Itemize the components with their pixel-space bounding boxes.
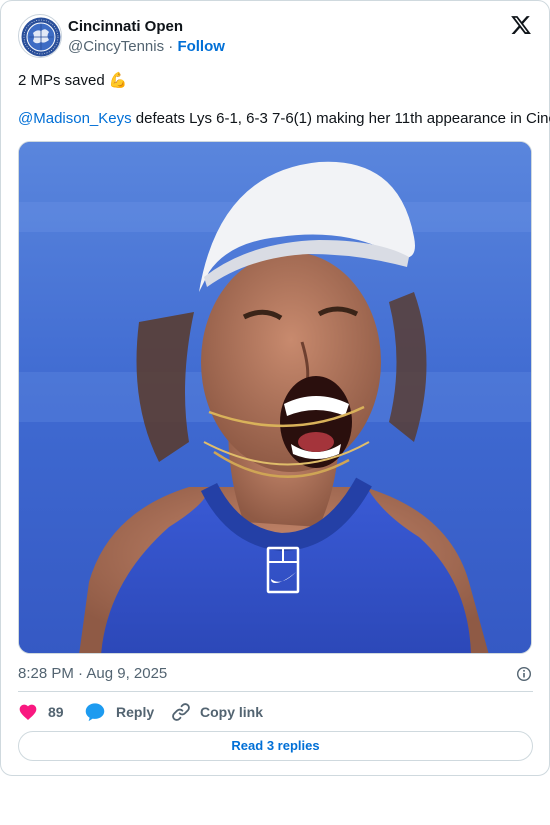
mention-link[interactable]: @Madison_Keys [18,110,132,127]
handle-line: @CincyTennis · Follow [68,38,225,56]
account-handle[interactable]: @CincyTennis [68,38,164,55]
flexed-biceps-emoji: 💪 [108,72,128,89]
avatar[interactable] [18,14,62,58]
follow-button[interactable]: Follow [177,38,225,55]
like-count: 89 [48,704,64,720]
tweet-line-2-text: defeats Lys 6-1, 6-3 7-6(1) making her 1… [131,110,550,127]
reply-label: Reply [116,704,155,720]
reply-button[interactable]: Reply [84,701,154,723]
info-icon[interactable] [516,666,532,682]
action-bar: 89 Reply Copy link [18,701,533,723]
tweet-photo[interactable] [18,141,532,654]
tweet-card: Cincinnati Open @CincyTennis · Follow 2 … [0,0,550,776]
cincinnati-open-logo-icon [20,16,61,57]
tweet-meta: 8:28 PM · Aug 9, 2025 [18,664,533,684]
like-button[interactable]: 89 [18,701,64,723]
reply-bubble-icon [85,703,105,722]
divider [18,691,533,692]
copy-link-label: Copy link [200,704,264,720]
player-photo [19,142,531,653]
read-replies-button[interactable]: Read 3 replies [18,731,533,761]
link-icon [172,703,190,721]
copy-link-button[interactable]: Copy link [170,701,263,723]
display-name[interactable]: Cincinnati Open [68,18,183,36]
tweet-line-1: 2 MPs saved 💪 [18,71,533,91]
heart-icon [19,704,37,720]
tweet-text: 2 MPs saved 💪 @Madison_Keys defeats Lys … [18,71,550,129]
x-logo-icon[interactable] [510,14,532,36]
tweet-line-1-text: 2 MPs saved [18,72,105,89]
tweet-header: Cincinnati Open @CincyTennis · Follow [18,14,533,60]
separator-dot: · [168,38,174,55]
timestamp[interactable]: 8:28 PM · Aug 9, 2025 [18,665,167,682]
tweet-line-2: @Madison_Keys defeats Lys 6-1, 6-3 7-6(1… [18,109,550,129]
